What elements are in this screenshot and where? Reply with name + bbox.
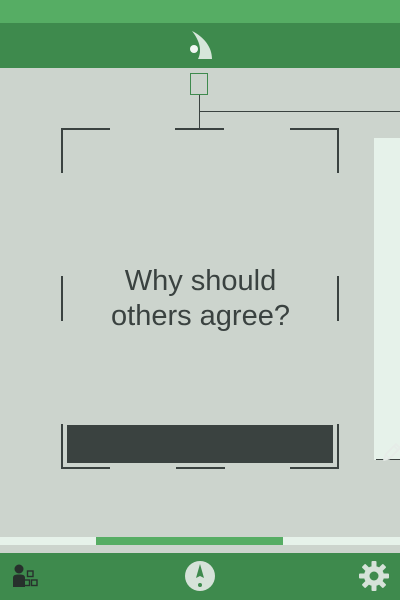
people-graph-icon <box>13 564 38 587</box>
compass-button[interactable] <box>183 559 217 593</box>
progress-fill <box>96 537 283 545</box>
card-question: Why should others agree? <box>62 264 339 334</box>
status-bar <box>0 0 400 23</box>
compass-icon <box>185 561 215 591</box>
question-line-1: Why should <box>124 265 277 297</box>
sibling-card[interactable] <box>374 138 400 460</box>
separator-strip <box>0 545 400 553</box>
connector-line-horizontal <box>199 111 400 112</box>
people-graph-button[interactable] <box>9 559 43 593</box>
settings-button[interactable] <box>357 559 391 593</box>
pencil-icon <box>190 433 400 461</box>
edit-button[interactable] <box>67 425 400 463</box>
question-line-2: others agree? <box>111 300 290 332</box>
progress-track <box>0 537 400 545</box>
parent-node[interactable] <box>190 73 208 95</box>
bottom-nav <box>0 553 400 600</box>
gear-icon <box>359 561 389 591</box>
connector-line-vertical <box>199 95 200 129</box>
sail-leaf-logo-icon <box>190 31 212 59</box>
app-header <box>0 23 400 68</box>
